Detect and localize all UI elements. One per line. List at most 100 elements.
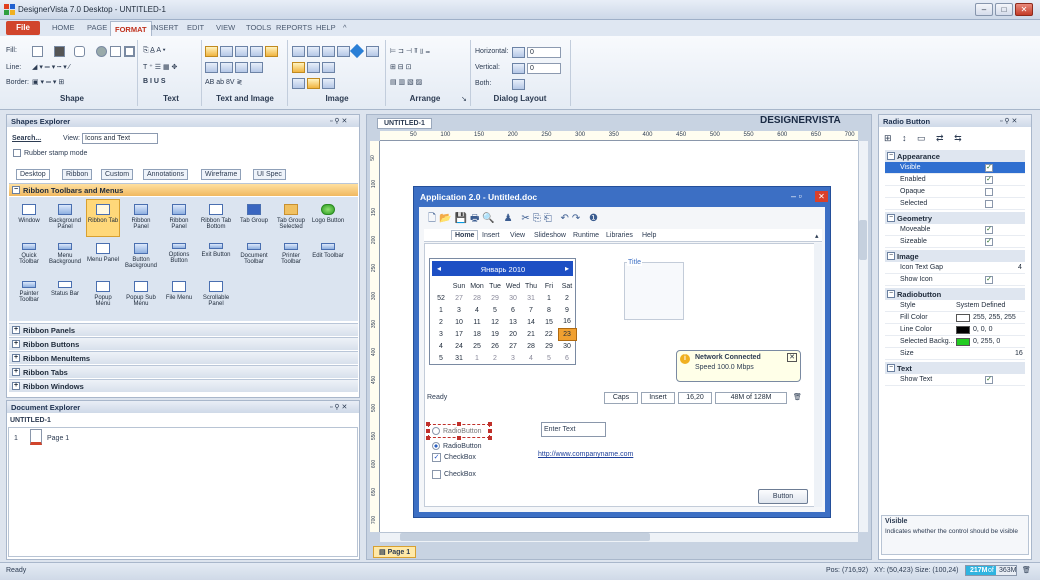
resize-handle[interactable] — [457, 422, 461, 426]
text-wrap-icon[interactable] — [250, 62, 263, 73]
h-spacing-icon[interactable] — [512, 47, 525, 58]
status-trash-icon[interactable]: 🗑 — [1022, 566, 1031, 574]
tile-ribbon-tab-bottom[interactable]: Ribbon Tab Bottom — [199, 204, 233, 230]
prop-icon-text-gap[interactable]: Icon Text Gap 4 — [885, 262, 1025, 274]
fill-dark-swatch[interactable] — [54, 46, 65, 57]
mock-toolbar-icons[interactable]: 🗋📂💾🖶🔍 ♟ ✂⎘⎗ ↶↷ ❶ — [428, 211, 601, 228]
image-left-icon[interactable] — [292, 62, 305, 73]
mock-menu-collapse-icon[interactable]: ▴ — [815, 232, 819, 240]
cat-appearance[interactable]: − Appearance — [885, 150, 1025, 162]
image-fit-icon[interactable] — [307, 78, 320, 89]
mock-vscrollbar[interactable] — [814, 243, 822, 507]
cat-image[interactable]: − Image — [885, 250, 1025, 262]
prop-fill-color[interactable]: Fill Color 255, 255, 255 — [885, 312, 1025, 324]
file-menu-button[interactable]: File — [6, 21, 40, 35]
mock-button[interactable]: Button — [758, 489, 808, 504]
image-center-icon[interactable] — [307, 62, 320, 73]
dialog-launcher-icon[interactable]: ↘ — [461, 95, 467, 103]
document-tab[interactable]: UNTITLED-1 — [377, 118, 432, 129]
mock-trash-icon[interactable]: 🗑 — [793, 393, 802, 401]
horizontal-combo[interactable]: 0 — [527, 47, 561, 58]
moveable-checkbox[interactable]: ✓ — [985, 226, 993, 234]
tile-button-background[interactable]: Button Background — [124, 243, 158, 269]
selected-checkbox[interactable] — [985, 200, 993, 208]
paragraph-icons[interactable]: T ⁺ ☰ ▦ ✥ — [143, 63, 177, 71]
notification-close-icon[interactable]: ✕ — [787, 353, 797, 362]
tile-document-toolbar[interactable]: Document Toolbar — [237, 243, 271, 265]
tab-tools[interactable]: TOOLS — [246, 23, 271, 32]
enabled-checkbox[interactable]: ✓ — [985, 176, 993, 184]
page-thumbnail-icon[interactable] — [30, 429, 42, 445]
resize-handle[interactable] — [426, 422, 430, 426]
vertical-combo[interactable]: 0 — [527, 63, 561, 74]
fill-rounded-swatch[interactable] — [74, 46, 85, 57]
mock-menu-slideshow[interactable]: Slideshow — [534, 232, 566, 239]
tile-popup-sub-menu[interactable]: Popup Sub Menu — [124, 281, 158, 307]
prop-opaque[interactable]: Opaque — [885, 186, 1025, 198]
mock-menu-libraries[interactable]: Libraries — [606, 232, 633, 239]
resize-handle[interactable] — [488, 429, 492, 433]
resize-handle[interactable] — [457, 436, 461, 440]
collapse-ribbon-icon[interactable]: ^ — [343, 23, 347, 32]
text-effect-icons[interactable]: AB ab 8V ≷ — [205, 78, 242, 86]
font-style-buttons[interactable]: B I U S — [143, 78, 166, 85]
tile-ribbon-tab[interactable]: Ribbon Tab — [86, 199, 120, 237]
tile-menu-background[interactable]: Menu Background — [48, 243, 82, 265]
mock-menu-view[interactable]: View — [510, 232, 525, 239]
tab-format[interactable]: FORMAT — [110, 21, 152, 36]
tile-background-panel[interactable]: Background Panel — [48, 204, 82, 230]
selected-bg-swatch[interactable] — [956, 338, 970, 346]
tab-annotations[interactable]: Annotations — [143, 169, 188, 180]
tile-status-bar[interactable]: Status Bar — [48, 281, 82, 297]
tile-exit-button[interactable]: Exit Button — [199, 243, 233, 258]
image-insert-icon[interactable] — [366, 46, 379, 57]
text-format-icons[interactable]: ⎘ A̲ A ▾ — [143, 47, 166, 55]
resize-handle[interactable] — [488, 436, 492, 440]
prop-show-text[interactable]: Show Text ✓ — [885, 374, 1025, 386]
tile-tab-group-selected[interactable]: Tab Group Selected — [274, 204, 308, 230]
tab-help[interactable]: HELP — [316, 23, 336, 32]
shape-frame-icon[interactable] — [124, 46, 135, 57]
prop-moveable[interactable]: Moveable ✓ — [885, 224, 1025, 236]
line-color-swatch[interactable] — [956, 326, 970, 334]
image-bottom-icon[interactable] — [292, 78, 305, 89]
fill-color-swatch[interactable] — [956, 314, 970, 322]
canvas-vscrollbar[interactable] — [858, 141, 868, 532]
prop-show-icon[interactable]: Show Icon ✓ — [885, 274, 1025, 286]
panel-pin-icons[interactable]: ▫ ⚲ ✕ — [1000, 117, 1017, 125]
tile-logo-button[interactable]: Logo Button — [311, 204, 345, 224]
prop-line-color[interactable]: Line Color 0, 0, 0 — [885, 324, 1025, 336]
visible-checkbox[interactable]: ✓ — [985, 164, 993, 172]
resize-handle[interactable] — [426, 429, 430, 433]
both-spacing-icon[interactable] — [512, 79, 525, 90]
section-ribbon-toolbars[interactable]: − Ribbon Toolbars and Menus — [9, 183, 358, 196]
align-justify-icon[interactable] — [250, 46, 263, 57]
tab-home[interactable]: HOME — [52, 23, 75, 32]
sizeable-checkbox[interactable]: ✓ — [985, 238, 993, 246]
search-link[interactable]: Search... — [12, 135, 41, 142]
arrange-align-icons[interactable]: ⊨ ⊐ ⊣ ⫪ ⫫ ⫬ — [390, 47, 430, 56]
resize-handle[interactable] — [488, 422, 492, 426]
company-link[interactable]: http://www.companyname.com — [538, 451, 633, 458]
tab-wireframe[interactable]: Wireframe — [201, 169, 242, 180]
prop-enabled[interactable]: Enabled ✓ — [885, 174, 1025, 186]
image-pos-4-icon[interactable] — [337, 46, 350, 57]
shape-square-icon[interactable] — [110, 46, 121, 57]
title-groupbox[interactable] — [624, 262, 684, 320]
close-button[interactable]: ✕ — [1015, 3, 1033, 16]
section-ribbon-tabs[interactable]: + Ribbon Tabs — [9, 365, 358, 378]
shape-circle-icon[interactable] — [96, 46, 107, 57]
tile-ribbon-panel-1[interactable]: Ribbon Panel — [124, 204, 158, 230]
tab-reports[interactable]: REPORTS — [276, 23, 312, 32]
page-label[interactable]: Page 1 — [47, 435, 69, 442]
tab-ribbon[interactable]: Ribbon — [62, 169, 93, 180]
section-ribbon-buttons[interactable]: + Ribbon Buttons — [9, 337, 358, 350]
tile-window[interactable]: Window — [12, 204, 46, 224]
text-input[interactable]: Enter Text — [541, 422, 606, 437]
arrange-distribute-icons[interactable]: ⊞ ⊟ ⊡ — [390, 63, 412, 71]
calendar-next-icon[interactable]: ▸ — [565, 264, 569, 273]
radio-button-1[interactable] — [432, 427, 440, 435]
prop-sizeable[interactable]: Sizeable ✓ — [885, 236, 1025, 248]
resize-handle[interactable] — [426, 436, 430, 440]
prop-size[interactable]: Size 16 — [885, 348, 1025, 360]
